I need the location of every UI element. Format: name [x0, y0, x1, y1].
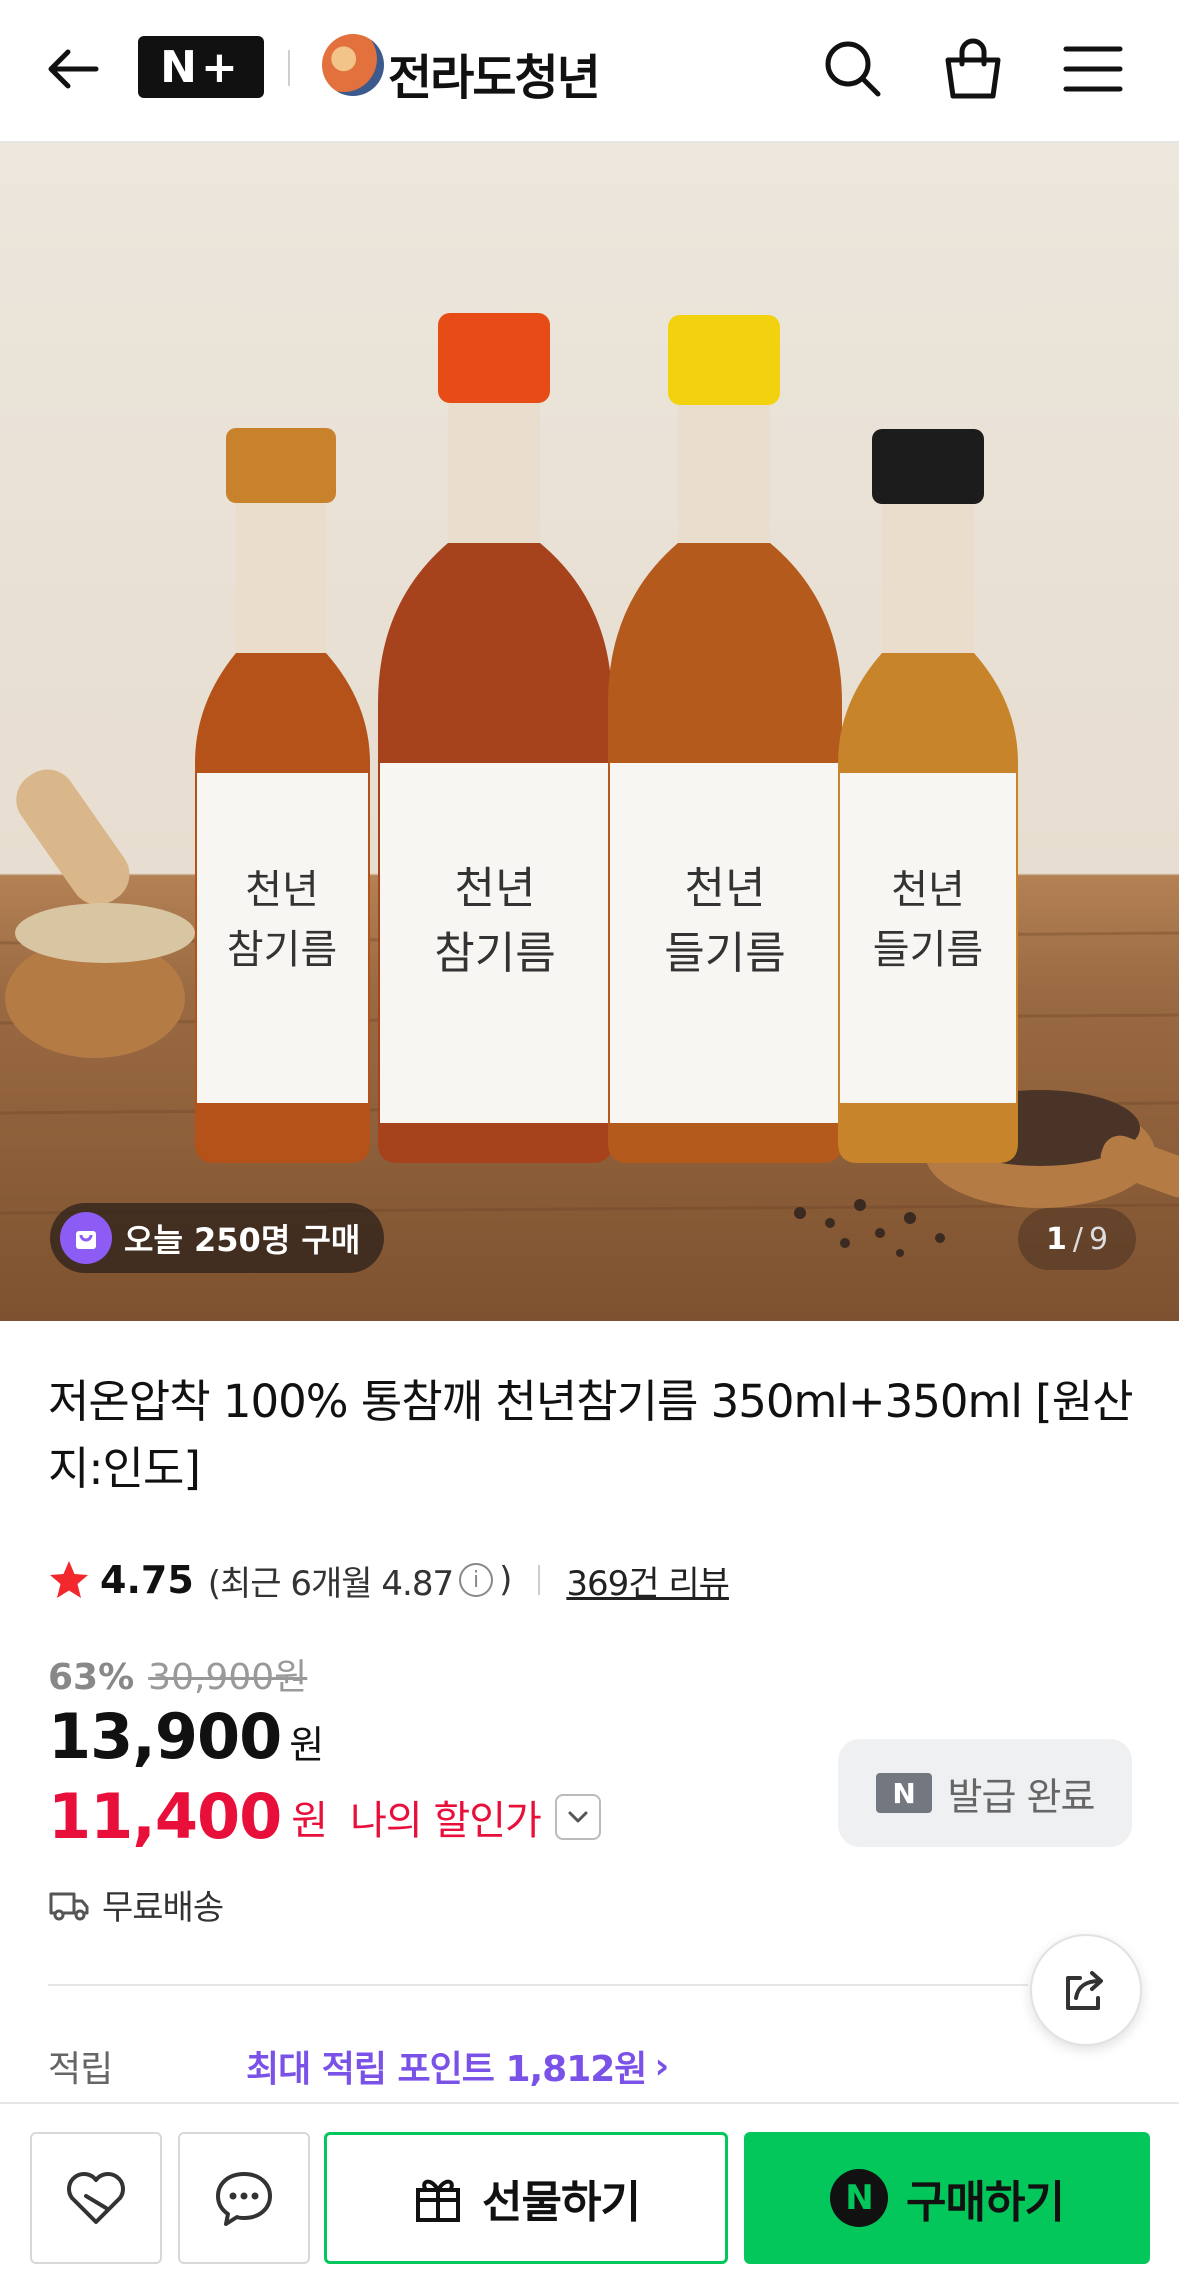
sale-price: 13,900 — [48, 1700, 282, 1773]
shopping-bag-badge-icon — [60, 1212, 112, 1264]
review-count-link[interactable]: 369건 리뷰 — [566, 1556, 730, 1605]
svg-text:천년: 천년 — [245, 867, 319, 913]
original-price: 30,900원 — [148, 1657, 308, 1698]
buy-button-label: 구매하기 — [906, 2177, 1065, 2228]
svg-text:들기름: 들기름 — [873, 927, 983, 973]
section-divider — [48, 1984, 1028, 1986]
svg-text:참기름: 참기름 — [227, 927, 337, 973]
page-current: 1 — [1045, 1221, 1067, 1257]
my-discount-price-unit: 원 — [291, 1797, 329, 1844]
max-points-value: 최대 적립 포인트 1,812원 — [246, 2049, 647, 2090]
discount-rate: 63% — [48, 1657, 135, 1698]
coupon-issued-button[interactable]: N 발급 완료 — [838, 1739, 1132, 1847]
menu-button[interactable] — [1058, 34, 1128, 104]
svg-text:천년: 천년 — [685, 863, 766, 914]
image-page-counter: 1 / 9 — [1018, 1208, 1136, 1270]
buy-button[interactable]: N 구매하기 — [744, 2132, 1150, 2264]
rating-row: 4.75 (최근 6개월 4.87 i ) 369건 리뷰 — [48, 1552, 730, 1608]
talk-talk-button[interactable] — [178, 2132, 310, 2264]
page-separator: / — [1072, 1221, 1083, 1257]
back-button[interactable] — [38, 34, 108, 104]
my-discount-price: 11,400 — [48, 1780, 282, 1853]
top-nav-bar: N+ 전라도청년 — [0, 0, 1179, 143]
naver-pay-icon: N — [830, 2169, 889, 2227]
today-purchase-text: 오늘 250명 구매 — [124, 1221, 361, 1259]
product-title: 저온압착 100% 통참깨 천년참기름 350ml+350ml [원산지:인도] — [48, 1375, 1134, 1495]
naver-coupon-icon: N — [875, 1773, 932, 1813]
my-discount-label: 나의 할인가 — [350, 1797, 542, 1844]
bottle-perilla-large: 천년 들기름 — [608, 315, 842, 1163]
hamburger-menu-icon — [1063, 46, 1123, 92]
header-divider — [288, 50, 290, 86]
points-row[interactable]: 적립 최대 적립 포인트 1,812원 › — [48, 2040, 669, 2092]
bottle-sesame-large: 천년 참기름 — [378, 313, 612, 1163]
svg-text:들기름: 들기름 — [664, 928, 785, 979]
search-icon — [825, 41, 881, 97]
store-logo-avatar[interactable] — [322, 34, 384, 96]
chevron-down-icon — [568, 1811, 588, 1822]
heart-icon — [67, 2172, 125, 2224]
share-icon — [1066, 1971, 1103, 2010]
shopping-bag-button[interactable] — [938, 34, 1008, 104]
chevron-right-icon: › — [654, 2045, 669, 2087]
star-icon — [50, 1561, 88, 1598]
expand-discount-button[interactable] — [554, 1793, 601, 1840]
gift-button[interactable]: 선물하기 — [324, 2132, 728, 2264]
gift-icon — [416, 2179, 461, 2222]
rating-separator — [538, 1565, 541, 1595]
sale-price-unit: 원 — [289, 1723, 325, 1767]
recent-rating-close: ) — [499, 1560, 513, 1600]
wishlist-button[interactable] — [30, 2132, 162, 2264]
shipping-text: 무료배송 — [102, 1888, 224, 1928]
share-button[interactable] — [1030, 1934, 1142, 2046]
wooden-scoop-left — [5, 769, 195, 1058]
svg-text:천년: 천년 — [891, 867, 965, 913]
points-label: 적립 — [48, 2049, 113, 2090]
chat-bubble-icon — [216, 2172, 272, 2226]
store-name[interactable]: 전라도청년 — [388, 38, 601, 108]
shipping-info: 무료배송 — [48, 1880, 224, 1929]
search-button[interactable] — [818, 34, 888, 104]
delivery-truck-icon — [49, 1892, 89, 1920]
my-discount-price-row[interactable]: 11,400 원 나의 할인가 — [48, 1780, 601, 1853]
today-purchase-badge: 오늘 250명 구매 — [50, 1203, 385, 1273]
svg-text:참기름: 참기름 — [434, 928, 555, 979]
arrow-left-icon — [48, 49, 99, 89]
recent-rating: (최근 6개월 4.87 — [207, 1563, 454, 1604]
product-photo: 천년 참기름 천년 참기름 천년 들기름 천년 들기름 — [0, 313, 1179, 1257]
bottom-action-bar: 선물하기 N 구매하기 — [0, 2102, 1179, 2293]
gift-button-label: 선물하기 — [482, 2177, 641, 2228]
coupon-label: 발급 완료 — [947, 1774, 1096, 1819]
sale-price-row: 13,900 원 — [48, 1700, 324, 1773]
bottle-sesame-small: 천년 참기름 — [195, 428, 370, 1163]
info-icon[interactable]: i — [459, 1563, 494, 1597]
rating-score: 4.75 — [100, 1558, 194, 1602]
svg-text:천년: 천년 — [455, 863, 536, 914]
discount-row: 63% 30,900원 — [48, 1648, 307, 1700]
page-total: 9 — [1088, 1221, 1109, 1257]
product-image-carousel[interactable]: 천년 참기름 천년 참기름 천년 들기름 천년 들기름 오늘 250명 구매 1… — [0, 143, 1179, 1321]
naver-plus-logo[interactable]: N+ — [138, 36, 264, 98]
shopping-bag-icon — [945, 38, 1001, 99]
bottle-perilla-small: 천년 들기름 — [838, 429, 1018, 1163]
